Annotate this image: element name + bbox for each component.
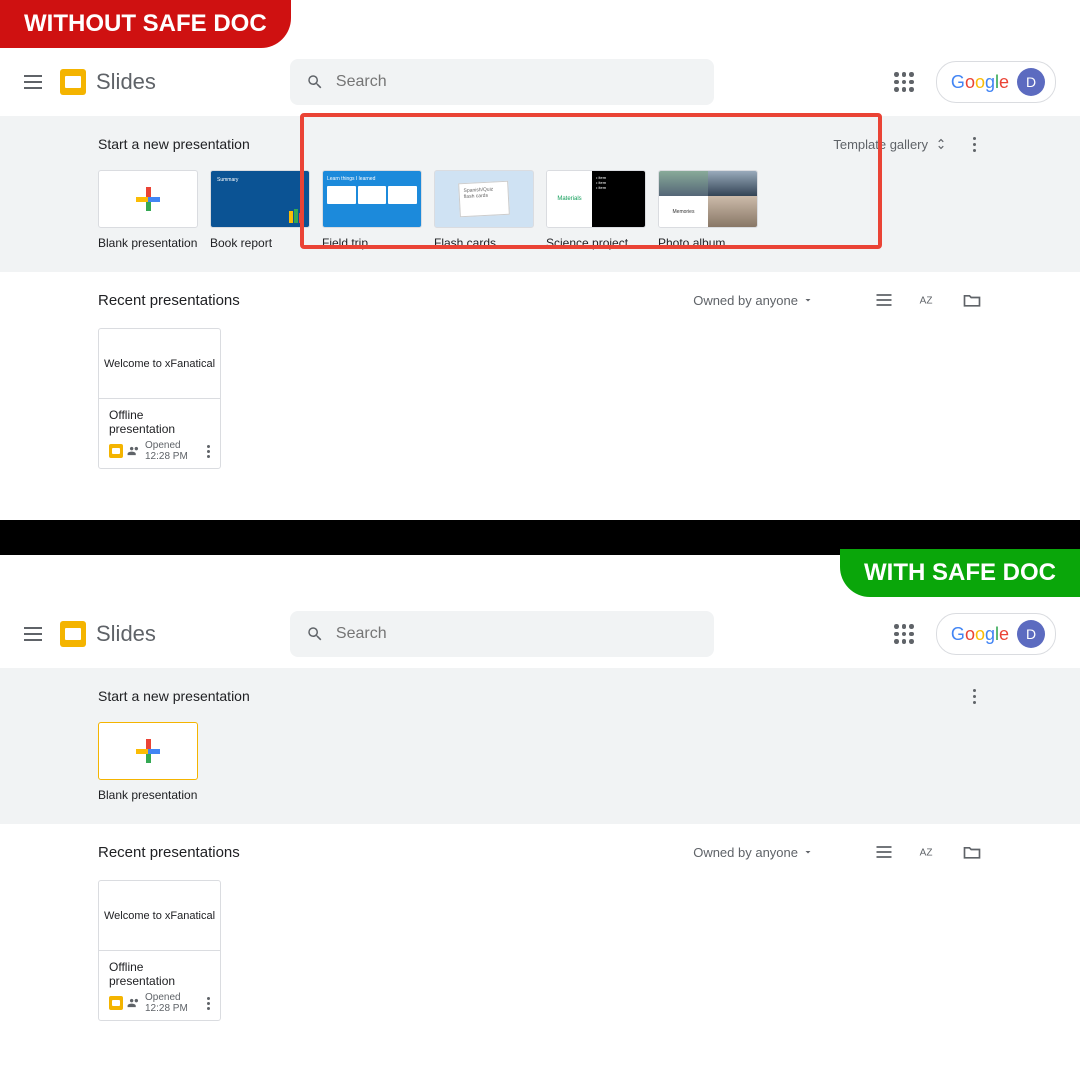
more-options-icon[interactable] [966,689,982,704]
search-bar[interactable] [290,611,714,657]
dropdown-icon [802,294,814,306]
template-science-project[interactable]: Materials• item• item• item Science proj… [546,170,646,250]
list-view-icon[interactable] [874,842,894,862]
search-input[interactable] [336,73,698,91]
slides-file-icon [109,444,123,458]
search-icon [306,73,324,91]
more-options-icon[interactable] [966,137,982,152]
user-avatar: D [1017,620,1045,648]
google-apps-icon[interactable] [892,622,916,646]
start-new-section-2: Start a new presentation Blank presentat… [0,668,1080,824]
template-photo-album[interactable]: Memories Photo album [658,170,758,250]
start-new-section: Start a new presentation Template galler… [0,116,1080,272]
search-input[interactable] [336,625,698,643]
google-account-button[interactable]: Google D [936,613,1056,655]
recent-title: Recent presentations [98,844,693,861]
google-account-button[interactable]: Google D [936,61,1056,103]
app-name: Slides [96,69,156,95]
search-icon [306,625,324,643]
svg-text:AZ: AZ [920,847,933,858]
sort-az-icon[interactable]: AZ [918,842,938,862]
file-more-icon[interactable] [207,997,210,1010]
recent-file-name: Offline presentation [109,960,210,988]
recent-thumb: Welcome to xFanatical [99,881,220,951]
list-view-icon[interactable] [874,290,894,310]
template-book-report[interactable]: Summary Book report [210,170,310,250]
ownership-filter[interactable]: Owned by anyone [693,845,814,860]
dropdown-icon [802,846,814,858]
sort-az-icon[interactable]: AZ [918,290,938,310]
start-title: Start a new presentation [98,136,833,152]
recent-file-name: Offline presentation [109,408,210,436]
recent-thumb: Welcome to xFanatical [99,329,220,399]
opened-timestamp: Opened 12:28 PM [145,440,203,462]
search-bar[interactable] [290,59,714,105]
shared-icon [127,996,141,1010]
template-gallery-link[interactable]: Template gallery [833,137,948,152]
template-blank[interactable]: Blank presentation [98,170,198,250]
panel-with-safedoc: Slides Google D Start a new presentation… [0,600,1080,1072]
slides-app-icon [60,621,86,647]
hamburger-menu-icon[interactable] [24,70,48,94]
template-field-trip[interactable]: Learn things I learned Field trip [322,170,422,250]
hamburger-menu-icon[interactable] [24,622,48,646]
folder-icon[interactable] [962,842,982,862]
with-safedoc-tag: WITH SAFE DOC [840,549,1080,597]
ownership-filter[interactable]: Owned by anyone [693,293,814,308]
app-name: Slides [96,621,156,647]
recent-title: Recent presentations [98,292,693,309]
unfold-icon [934,137,948,151]
recent-section-2: Recent presentations Owned by anyone AZ … [0,824,1080,1039]
slides-app-icon [60,69,86,95]
panel-without-safedoc: Slides Google D Start a new presentation… [0,48,1080,520]
user-avatar: D [1017,68,1045,96]
slides-file-icon [109,996,123,1010]
template-blank[interactable]: Blank presentation [98,722,198,802]
recent-section: Recent presentations Owned by anyone AZ … [0,272,1080,487]
recent-presentation-card[interactable]: Welcome to xFanatical Offline presentati… [98,880,221,1021]
svg-text:AZ: AZ [920,295,933,306]
shared-icon [127,444,141,458]
app-header: Slides Google D [0,48,1080,116]
google-logo-text: Google [951,72,1009,93]
opened-timestamp: Opened 12:28 PM [145,992,203,1014]
without-safedoc-tag: WITHOUT SAFE DOC [0,0,291,48]
file-more-icon[interactable] [207,445,210,458]
template-flash-cards[interactable]: Spanish/Quiz flash cards Flash cards [434,170,534,250]
folder-icon[interactable] [962,290,982,310]
recent-presentation-card[interactable]: Welcome to xFanatical Offline presentati… [98,328,221,469]
app-header-2: Slides Google D [0,600,1080,668]
google-logo-text: Google [951,624,1009,645]
start-title: Start a new presentation [98,688,966,704]
google-apps-icon[interactable] [892,70,916,94]
